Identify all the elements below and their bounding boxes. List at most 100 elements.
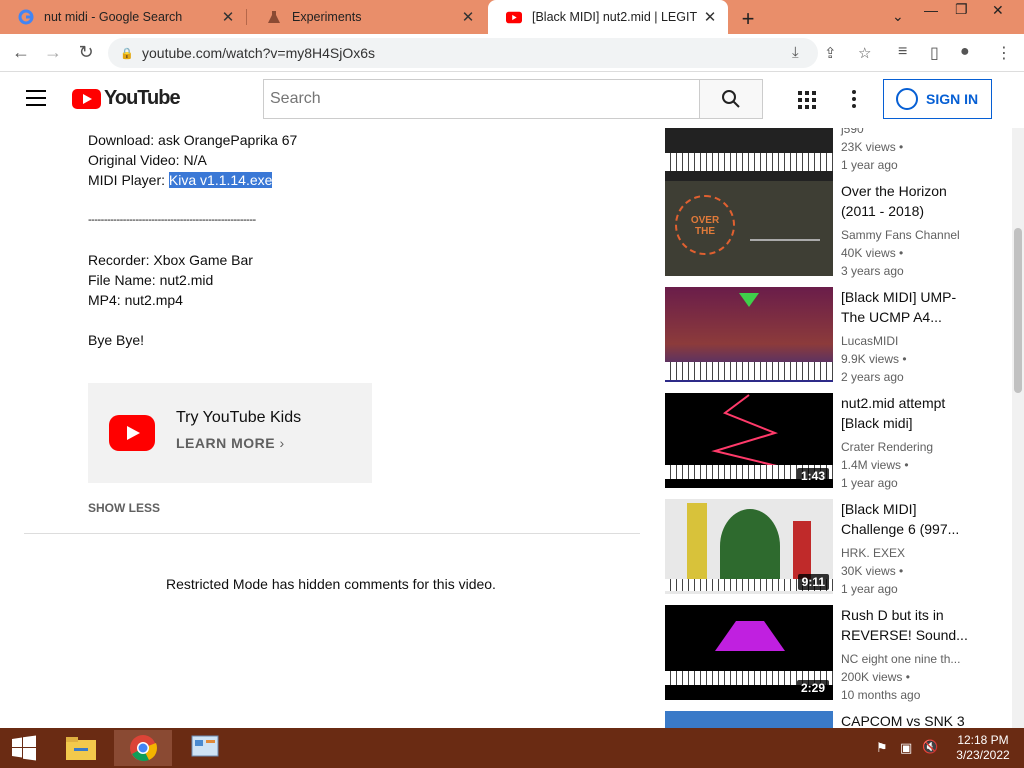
bookmark-star-icon[interactable]: ☆: [858, 44, 871, 62]
video-age: 2 years ago: [841, 370, 904, 384]
channel-name[interactable]: NC eight one nine th...: [841, 650, 960, 668]
video-thumbnail[interactable]: [665, 287, 833, 382]
close-icon[interactable]: ✕: [218, 8, 238, 26]
google-icon: [18, 9, 34, 25]
windows-taskbar: ⚑ ▣ 🔇 12:18 PM 3/23/2022: [0, 728, 1024, 768]
sign-in-label: SIGN IN: [926, 91, 979, 107]
control-panel-icon[interactable]: [176, 730, 234, 766]
description-line: MP4: nut2.mp4: [88, 292, 183, 308]
recommendation-item[interactable]: 1:43 nut2.mid attempt [Black midi] Crate…: [665, 393, 1005, 490]
video-title[interactable]: [Black MIDI] UMP- The UCMP A4...: [841, 287, 976, 327]
file-explorer-icon[interactable]: [52, 730, 110, 766]
close-icon[interactable]: ✕: [458, 8, 478, 26]
video-duration: 1:43: [796, 468, 829, 484]
description-line: Bye Bye!: [88, 332, 145, 348]
video-title[interactable]: nut2.mid attempt [Black midi]: [841, 393, 976, 433]
video-views: 1.4M views •: [841, 458, 909, 472]
logo-text: YouTube: [104, 87, 181, 109]
description-line: MIDI Player: Kiva v1.1.14.exe: [88, 170, 297, 190]
media-queue-icon[interactable]: ≡: [898, 43, 907, 61]
system-clock[interactable]: 12:18 PM 3/23/2022: [948, 733, 1018, 763]
flag-icon[interactable]: ⚑: [876, 740, 888, 756]
sign-in-button[interactable]: SIGN IN: [883, 79, 992, 119]
tab-google-search[interactable]: nut midi - Google Search ✕: [0, 0, 246, 34]
network-icon[interactable]: ▣: [900, 740, 912, 756]
channel-name[interactable]: j590: [841, 128, 864, 138]
profile-avatar-icon[interactable]: ●: [960, 43, 970, 61]
chevron-right-icon: ›: [279, 435, 285, 451]
recommendation-item[interactable]: [Black MIDI] UMP- The UCMP A4... LucasMI…: [665, 287, 1005, 384]
description-line: File Name: nut2.mid: [88, 272, 214, 288]
piano-keys-graphic: [665, 362, 833, 380]
scrollbar-thumb[interactable]: [1014, 228, 1022, 393]
browser-tab-bar: nut midi - Google Search ✕ Experiments ✕…: [0, 0, 1024, 34]
video-age: 3 years ago: [841, 264, 904, 278]
youtube-play-icon: [72, 88, 101, 109]
hamburger-menu-icon[interactable]: [26, 90, 46, 111]
minimize-button[interactable]: —: [924, 2, 938, 18]
video-age: 10 months ago: [841, 688, 921, 702]
description-label: MIDI Player:: [88, 172, 169, 188]
search-button[interactable]: [699, 79, 763, 119]
omnibox[interactable]: 🔒 youtube.com/watch?v=my8H4SjOx6s ⤓ ⇪ ☆: [108, 38, 871, 68]
video-thumbnail[interactable]: 2:29: [665, 605, 833, 700]
forward-arrow-icon[interactable]: →: [42, 42, 64, 63]
channel-name[interactable]: Sammy Fans Channel: [841, 226, 960, 244]
apps-grid-icon[interactable]: [798, 91, 816, 109]
recommendation-item[interactable]: OVER THE Over the Horizon (2011 - 2018) S…: [665, 181, 1005, 278]
learn-more-link[interactable]: LEARN MORE ›: [176, 435, 285, 451]
video-age: 1 year ago: [841, 582, 898, 596]
channel-name[interactable]: LucasMIDI: [841, 332, 898, 350]
chrome-icon[interactable]: [114, 730, 172, 766]
new-tab-button[interactable]: +: [736, 6, 760, 32]
tab-title: Experiments: [292, 10, 362, 24]
recommendation-item[interactable]: j590 23K views • 1 year ago: [665, 128, 1005, 188]
search-box[interactable]: [263, 79, 700, 119]
youtube-logo[interactable]: YouTube: [72, 87, 181, 110]
description-line: Download: ask OrangePaprika 67: [88, 132, 298, 148]
tab-title: [Black MIDI] nut2.mid | LEGIT RU: [532, 10, 700, 24]
share-icon[interactable]: ⇪: [824, 44, 837, 62]
description-divider: ----------------------------------------…: [88, 214, 256, 226]
thumbnail-art: [715, 621, 785, 651]
video-title[interactable]: [Black MIDI] Challenge 6 (997...: [841, 499, 976, 539]
close-icon[interactable]: ✕: [700, 8, 720, 26]
reload-icon[interactable]: ↻: [75, 42, 97, 63]
divider: [24, 533, 640, 534]
lock-icon: 🔒: [120, 47, 134, 60]
recommendation-item[interactable]: 9:11 [Black MIDI] Challenge 6 (997... HR…: [665, 499, 1005, 596]
url-text: youtube.com/watch?v=my8H4SjOx6s: [142, 45, 376, 61]
channel-name[interactable]: HRK. EXEX: [841, 544, 905, 562]
youtube-icon: [506, 9, 522, 25]
side-panel-icon[interactable]: ▯: [930, 43, 939, 63]
video-thumbnail[interactable]: 1:43: [665, 393, 833, 488]
video-title[interactable]: Over the Horizon (2011 - 2018): [841, 181, 976, 221]
window-close-button[interactable]: ✕: [992, 2, 1004, 19]
piano-keys-graphic: [665, 153, 833, 171]
volume-muted-icon[interactable]: 🔇: [922, 739, 938, 755]
recommendation-item[interactable]: CAPCOM vs SNK 3: [665, 711, 1005, 728]
restore-button[interactable]: ❐: [955, 1, 968, 18]
search-input[interactable]: [264, 80, 699, 118]
video-thumbnail[interactable]: 9:11: [665, 499, 833, 594]
tab-experiments[interactable]: Experiments ✕: [248, 0, 486, 34]
show-less-button[interactable]: SHOW LESS: [88, 501, 160, 515]
video-title[interactable]: Rush D but its in REVERSE! Sound...: [841, 605, 976, 645]
video-thumbnail[interactable]: [665, 711, 833, 728]
midi-player-value[interactable]: Kiva v1.1.14.exe: [168, 172, 273, 188]
page-scrollbar[interactable]: [1012, 128, 1024, 728]
video-thumbnail[interactable]: [665, 128, 833, 188]
youtube-kids-promo[interactable]: Try YouTube Kids LEARN MORE ›: [88, 383, 372, 483]
tab-youtube-video[interactable]: [Black MIDI] nut2.mid | LEGIT RU ✕: [488, 0, 728, 34]
video-title[interactable]: CAPCOM vs SNK 3: [841, 711, 976, 728]
browser-menu-icon[interactable]: ⋮: [996, 43, 1012, 63]
chevron-down-icon[interactable]: ⌄: [892, 8, 904, 25]
more-options-icon[interactable]: [852, 90, 856, 111]
install-icon[interactable]: ⤓: [792, 44, 799, 61]
video-thumbnail[interactable]: OVER THE: [665, 181, 833, 276]
channel-name[interactable]: Crater Rendering: [841, 438, 933, 456]
windows-start-icon[interactable]: [0, 730, 48, 766]
back-arrow-icon[interactable]: ←: [10, 42, 32, 63]
account-circle-icon: [896, 88, 918, 110]
recommendation-item[interactable]: 2:29 Rush D but its in REVERSE! Sound...…: [665, 605, 1005, 702]
